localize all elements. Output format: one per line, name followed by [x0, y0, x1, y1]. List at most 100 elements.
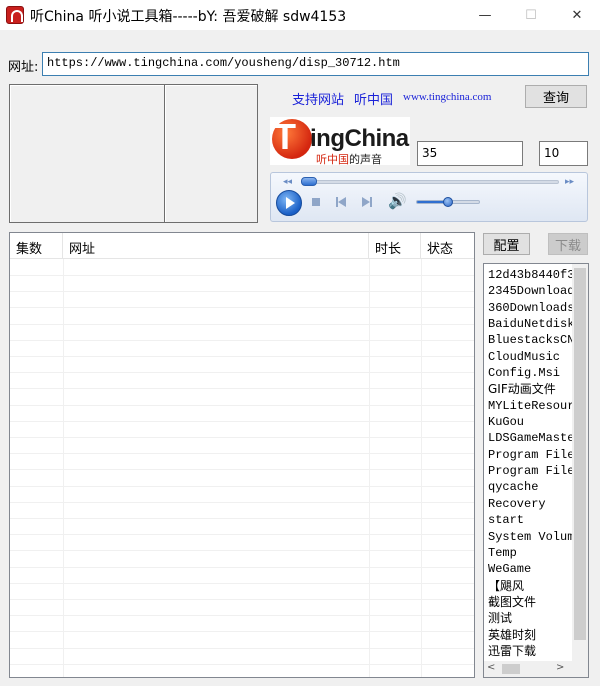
logo-wordmark: ingChina	[310, 125, 409, 152]
directory-item[interactable]: WeGame	[488, 561, 572, 577]
scroll-corner	[572, 661, 588, 677]
close-button[interactable]: ✕	[554, 0, 600, 30]
table-row-divider	[10, 566, 474, 568]
table-row-divider	[10, 501, 474, 503]
media-player: ◂◂ ▸▸ 🔊	[270, 172, 588, 222]
directory-items: 12d43b8440f3e2345Downloads360DownloadsBa…	[488, 267, 572, 659]
stop-button[interactable]	[310, 196, 322, 208]
logo-tagline-dark: 的声音	[349, 153, 382, 166]
table-header: 集数 网址 时长 状态	[10, 233, 474, 259]
directory-item[interactable]: Program Files	[488, 447, 572, 463]
directory-item[interactable]: 【飓风	[488, 578, 572, 594]
directory-item[interactable]: CloudMusic	[488, 349, 572, 365]
table-row-divider	[10, 372, 474, 374]
query-button[interactable]: 查询	[525, 85, 587, 108]
horizontal-scroll-thumb[interactable]	[502, 664, 520, 674]
column-header-status[interactable]: 状态	[421, 233, 474, 259]
table-row-divider	[10, 291, 474, 293]
directory-item[interactable]: Program Files	[488, 463, 572, 479]
directory-item[interactable]: Config.Msi	[488, 365, 572, 381]
config-button[interactable]: 配置	[483, 233, 530, 255]
cover-panel-right	[164, 84, 258, 223]
volume-icon[interactable]: 🔊	[388, 192, 407, 210]
window-title: 听China 听小说工具箱-----bY: 吾爱破解 sdw4153	[30, 9, 347, 25]
directory-item[interactable]: BaiduNetdiskD	[488, 316, 572, 332]
directory-list[interactable]: 12d43b8440f3e2345Downloads360DownloadsBa…	[483, 263, 589, 678]
table-row-divider	[10, 631, 474, 633]
table-column-divider	[63, 259, 64, 677]
download-button[interactable]: 下载	[548, 233, 588, 255]
column-header-episode[interactable]: 集数	[10, 233, 63, 259]
play-button[interactable]	[276, 190, 302, 216]
table-row-divider	[10, 356, 474, 357]
table-row-divider	[10, 453, 474, 455]
directory-item[interactable]: 迅雷下载	[488, 643, 572, 659]
directory-item[interactable]: 2345Downloads	[488, 283, 572, 299]
table-row-divider	[10, 550, 474, 552]
table-column-divider	[369, 259, 370, 677]
minimize-button[interactable]: —	[462, 0, 508, 30]
table-row-divider	[10, 663, 474, 665]
support-site-link[interactable]: 支持网站	[292, 89, 344, 108]
table-row-divider	[10, 647, 474, 649]
directory-item[interactable]: start	[488, 512, 572, 528]
table-row-divider	[10, 469, 474, 471]
logo-tagline: 听中国的声音	[316, 151, 382, 167]
volume-thumb[interactable]	[443, 197, 453, 207]
title-bar: 听China 听小说工具箱-----bY: 吾爱破解 sdw4153 — ☐ ✕	[0, 0, 600, 30]
directory-item[interactable]: 英雄时刻	[488, 627, 572, 643]
directory-item[interactable]: BluestacksCN	[488, 332, 572, 348]
directory-item[interactable]: System Volume	[488, 529, 572, 545]
tingchina-link[interactable]: 听中国	[354, 89, 393, 108]
table-row-divider	[10, 582, 474, 584]
vertical-scroll-thumb[interactable]	[574, 268, 586, 640]
fast-forward-icon[interactable]: ▸▸	[565, 176, 574, 187]
directory-item[interactable]: 360Downloads	[488, 300, 572, 316]
tingchina-logo: T ingChina 听中国的声音	[270, 116, 410, 167]
url-input[interactable]: https://www.tingchina.com/yousheng/disp_…	[42, 52, 589, 76]
table-row-divider	[10, 615, 474, 617]
directory-item[interactable]: 截图文件	[488, 594, 572, 610]
directory-item[interactable]: GIF动画文件	[488, 381, 572, 397]
app-icon	[6, 6, 24, 24]
column-header-duration[interactable]: 时长	[369, 233, 421, 259]
table-row-divider	[10, 599, 474, 600]
table-row-divider	[10, 420, 474, 422]
logo-letter: T	[274, 116, 296, 157]
episode-table[interactable]: 集数 网址 时长 状态	[9, 232, 475, 678]
directory-item[interactable]: LDSGameMaster	[488, 430, 572, 446]
directory-item[interactable]: Temp	[488, 545, 572, 561]
table-row-divider	[10, 323, 474, 325]
directory-item[interactable]: MYLiteResourc	[488, 398, 572, 414]
table-row-divider	[10, 275, 474, 276]
directory-item[interactable]: Recovery	[488, 496, 572, 512]
table-row-divider	[10, 307, 474, 309]
table-row-divider	[10, 388, 474, 390]
directory-item[interactable]: 测试	[488, 610, 572, 626]
next-track-button[interactable]	[361, 196, 373, 208]
table-row-divider	[10, 404, 474, 406]
cover-panel-left	[9, 84, 165, 223]
directory-item[interactable]: KuGou	[488, 414, 572, 430]
maximize-button[interactable]: ☐	[508, 0, 554, 30]
column-header-url[interactable]: 网址	[63, 233, 369, 259]
site-url-link[interactable]: www.tingchina.com	[403, 91, 492, 103]
table-row-divider	[10, 485, 474, 487]
seek-slider[interactable]	[301, 180, 559, 184]
seek-thumb[interactable]	[301, 177, 317, 186]
previous-track-button[interactable]	[335, 196, 347, 208]
table-row-divider	[10, 534, 474, 536]
episode-count-field[interactable]: 10	[539, 141, 588, 166]
start-episode-field[interactable]: 35	[417, 141, 523, 166]
rewind-icon[interactable]: ◂◂	[283, 176, 292, 187]
vertical-scrollbar[interactable]	[572, 264, 588, 661]
url-label: 网址:	[8, 60, 39, 75]
table-row-divider	[10, 339, 474, 341]
directory-item[interactable]: qycache	[488, 479, 572, 495]
scroll-right-icon[interactable]: >	[556, 662, 564, 673]
directory-item[interactable]: 12d43b8440f3e	[488, 267, 572, 283]
table-row-divider	[10, 437, 474, 438]
logo-tagline-red: 听中国	[316, 153, 349, 166]
scroll-left-icon[interactable]: <	[487, 662, 495, 673]
table-row-divider	[10, 518, 474, 519]
